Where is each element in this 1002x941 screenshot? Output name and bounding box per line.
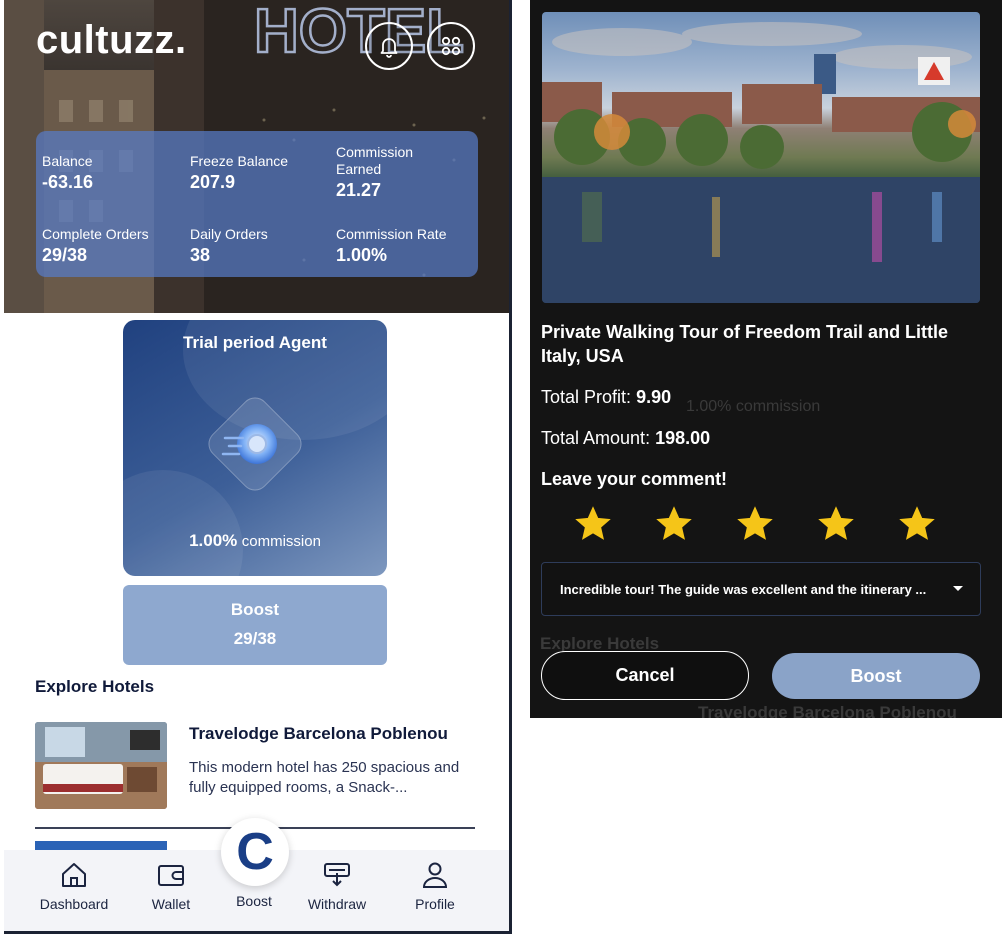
hotel-room-image bbox=[35, 722, 167, 809]
nav-label: Profile bbox=[415, 896, 455, 912]
stat-label: Earned bbox=[336, 161, 382, 177]
boost-label: Boost bbox=[850, 665, 902, 686]
agent-level-title: Trial period Agent bbox=[183, 333, 327, 352]
total-amount-label: Total Amount: bbox=[541, 428, 651, 448]
total-profit-row: Total Profit: 9.90 bbox=[541, 387, 671, 408]
boost-button[interactable]: Boost bbox=[772, 653, 980, 699]
apps-grid-icon bbox=[441, 36, 461, 56]
stat-freeze-balance: Freeze Balance 207.9 bbox=[190, 153, 288, 193]
app-logo: cultuzz. bbox=[36, 18, 187, 62]
account-stats-panel: Balance -63.16 Freeze Balance 207.9 Comm… bbox=[36, 131, 478, 277]
boost-card-progress: 29/38 bbox=[233, 629, 277, 648]
nav-boost[interactable]: Boost bbox=[209, 893, 299, 909]
hotel-name[interactable]: Travelodge Barcelona Poblenou bbox=[189, 724, 489, 744]
star-icon[interactable] bbox=[736, 505, 774, 543]
composite-screenshot: HOTEL cultuzz. Balance -63.16 Freeze Bal… bbox=[0, 0, 1002, 941]
background-commission-text: 1.00% commission bbox=[686, 398, 821, 415]
cancel-label: Cancel bbox=[615, 665, 675, 685]
comment-heading: Leave your comment! bbox=[541, 469, 728, 489]
total-profit-value: 9.90 bbox=[636, 387, 672, 407]
order-detail-modal: 1.00% commission Explore Hotels Travelod… bbox=[530, 0, 1002, 718]
explore-hotels-heading: Explore Hotels bbox=[35, 677, 155, 696]
withdraw-icon bbox=[324, 863, 350, 887]
agent-badge-icon bbox=[221, 424, 277, 464]
stat-value: 29/38 bbox=[42, 245, 88, 265]
hotel-thumbnail[interactable] bbox=[35, 722, 167, 809]
profile-icon bbox=[422, 862, 448, 888]
hotel-description: This modern hotel has 250 spacious and f… bbox=[189, 759, 460, 796]
hero-background: HOTEL cultuzz. Balance -63.16 Freeze Bal… bbox=[4, 0, 509, 313]
stat-label: Complete Orders bbox=[42, 226, 149, 242]
stat-commission-rate: Commission Rate 1.00% bbox=[336, 226, 446, 266]
boost-card-label: Boost bbox=[230, 600, 280, 619]
stat-label: Commission Rate bbox=[336, 226, 447, 242]
dashboard-screen: HOTEL cultuzz. Balance -63.16 Freeze Bal… bbox=[4, 0, 512, 934]
fab-letter: C bbox=[236, 823, 274, 881]
stat-value: 21.27 bbox=[336, 180, 382, 200]
agent-commission-label: commission bbox=[241, 533, 321, 550]
comment-selected-text: Incredible tour! The guide was excellent… bbox=[560, 582, 927, 597]
city-skyline-image bbox=[542, 22, 980, 303]
boost-progress-button[interactable]: Boost 29/38 bbox=[123, 585, 387, 665]
star-icon[interactable] bbox=[817, 505, 855, 543]
stat-balance: Balance -63.16 bbox=[42, 153, 93, 193]
home-icon bbox=[62, 863, 86, 887]
nav-dashboard[interactable]: Dashboard bbox=[29, 860, 119, 912]
total-profit-label: Total Profit: bbox=[541, 387, 632, 407]
decorative-circle bbox=[123, 470, 243, 576]
agent-level-card[interactable]: Trial period Agent 1.00% commission bbox=[123, 320, 387, 576]
tour-photo bbox=[542, 12, 980, 303]
stat-value: 1.00% bbox=[336, 245, 388, 265]
total-amount-row: Total Amount: 198.00 bbox=[541, 428, 710, 449]
cancel-button[interactable]: Cancel bbox=[541, 651, 749, 700]
agent-commission: 1.00% commission bbox=[123, 531, 387, 551]
chevron-down-icon bbox=[953, 586, 963, 591]
total-amount-value: 198.00 bbox=[655, 428, 711, 448]
star-icon[interactable] bbox=[898, 505, 936, 543]
stat-label: Balance bbox=[42, 153, 93, 169]
comment-select[interactable]: Incredible tour! The guide was excellent… bbox=[541, 562, 981, 616]
nav-withdraw[interactable]: Withdraw bbox=[292, 860, 382, 912]
nav-label: Dashboard bbox=[39, 896, 109, 912]
star-icon[interactable] bbox=[655, 505, 693, 543]
menu-grid-button[interactable] bbox=[427, 22, 475, 70]
star-icon[interactable] bbox=[574, 505, 612, 543]
wallet-icon bbox=[158, 865, 184, 886]
stat-value: -63.16 bbox=[42, 172, 94, 192]
nav-profile[interactable]: Profile bbox=[390, 860, 480, 912]
nav-label: Withdraw bbox=[307, 896, 367, 912]
nav-wallet[interactable]: Wallet bbox=[126, 860, 216, 912]
stat-value: 38 bbox=[190, 245, 211, 265]
notification-button[interactable] bbox=[365, 22, 413, 70]
stat-daily-orders: Daily Orders 38 bbox=[190, 226, 268, 266]
tour-title: Private Walking Tour of Freedom Trail an… bbox=[541, 322, 949, 366]
stat-value: 207.9 bbox=[190, 172, 236, 192]
stat-commission-earned: Commission Earned 21.27 bbox=[336, 144, 413, 201]
bell-icon bbox=[380, 38, 398, 58]
nav-label: Wallet bbox=[151, 896, 191, 912]
background-hotel-text: Travelodge Barcelona Poblenou bbox=[698, 703, 957, 718]
nav-label: Boost bbox=[236, 893, 272, 909]
boost-fab-button[interactable]: C bbox=[221, 818, 289, 886]
stat-complete-orders: Complete Orders 29/38 bbox=[42, 226, 149, 266]
stat-label: Commission bbox=[336, 144, 414, 160]
stat-label: Daily Orders bbox=[190, 226, 268, 242]
stat-label: Freeze Balance bbox=[190, 153, 289, 169]
agent-commission-value: 1.00% bbox=[189, 531, 238, 550]
